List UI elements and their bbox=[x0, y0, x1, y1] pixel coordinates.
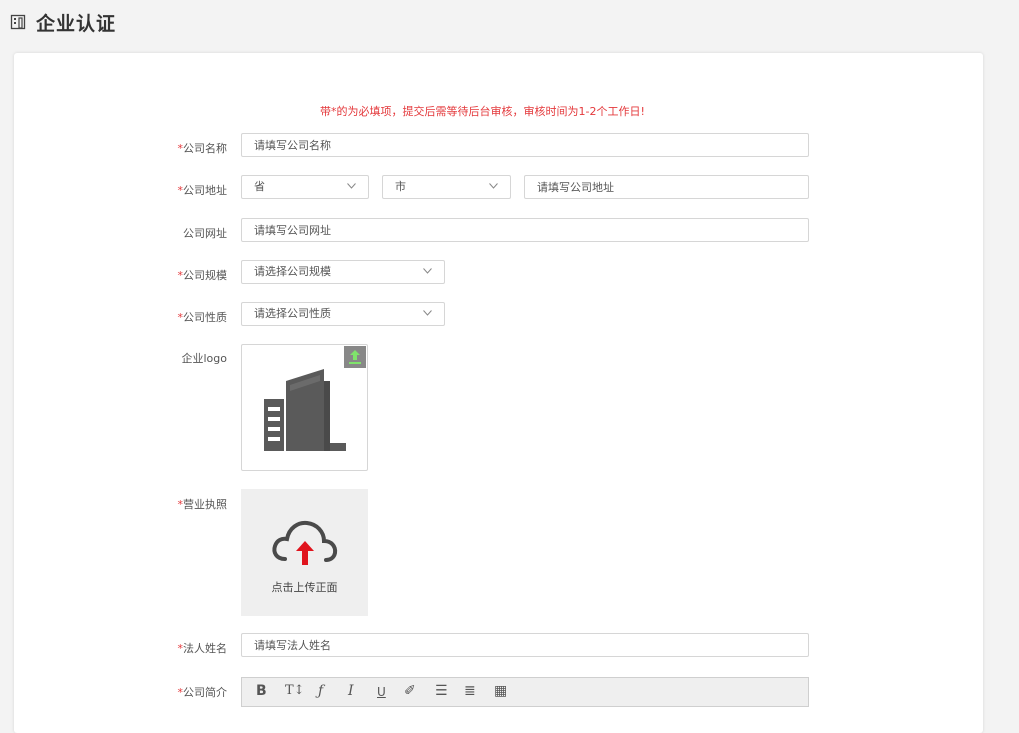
italic-button[interactable]: I bbox=[348, 683, 354, 699]
company-type-select[interactable]: 请选择公司性质 bbox=[241, 302, 445, 326]
chevron-down-icon bbox=[347, 183, 356, 189]
legal-person-label: *法人姓名 bbox=[177, 642, 228, 655]
company-scale-select[interactable]: 请选择公司规模 bbox=[241, 260, 445, 284]
company-scale-label: *公司规模 bbox=[177, 269, 228, 282]
company-website-label: 公司网址 bbox=[183, 227, 227, 240]
chevron-down-icon bbox=[489, 183, 498, 189]
company-type-label: *公司性质 bbox=[177, 311, 228, 324]
company-website-input[interactable] bbox=[241, 218, 809, 242]
company-address-label: *公司地址 bbox=[177, 184, 228, 197]
building-placeholder-icon bbox=[264, 369, 346, 451]
underline-button[interactable]: U bbox=[377, 685, 386, 699]
business-license-label: *营业执照 bbox=[177, 498, 228, 511]
table-button[interactable]: ▦ bbox=[494, 683, 507, 699]
upload-caption: 点击上传正面 bbox=[271, 581, 338, 594]
page-title: 企业认证 bbox=[36, 13, 117, 35]
chevron-down-icon bbox=[423, 310, 432, 316]
font-size-button[interactable]: T↕ bbox=[285, 683, 305, 698]
building-icon bbox=[10, 14, 26, 30]
company-name-label: *公司名称 bbox=[177, 142, 228, 155]
company-logo-label: 企业logo bbox=[181, 352, 228, 365]
legal-person-input[interactable] bbox=[241, 633, 809, 657]
upload-button[interactable] bbox=[344, 346, 366, 368]
province-select[interactable]: 省 bbox=[241, 175, 369, 199]
font-family-button[interactable]: ƒ bbox=[318, 683, 323, 699]
cloud-upload-icon bbox=[272, 520, 338, 565]
list-button[interactable]: ☰ bbox=[435, 683, 448, 699]
license-upload-area[interactable]: 点击上传正面 bbox=[241, 489, 368, 616]
city-select[interactable]: 市 bbox=[382, 175, 511, 199]
page-header: 企业认证 bbox=[0, 0, 1000, 44]
company-intro-label: *公司简介 bbox=[177, 686, 228, 699]
align-button[interactable]: ≣ bbox=[464, 683, 476, 699]
company-name-input[interactable] bbox=[241, 133, 809, 157]
required-notice: 带*的为必填项，提交后需等待后台审核，审核时间为1-2个工作日! bbox=[320, 105, 645, 118]
upload-arrow-icon bbox=[349, 350, 361, 364]
highlight-button[interactable]: ✐ bbox=[404, 683, 416, 699]
editor-toolbar: B T↕ ƒ I U ✐ ☰ ≣ ▦ bbox=[241, 677, 809, 707]
address-detail-input[interactable] bbox=[524, 175, 809, 199]
chevron-down-icon bbox=[423, 268, 432, 274]
bold-button[interactable]: B bbox=[256, 683, 267, 699]
